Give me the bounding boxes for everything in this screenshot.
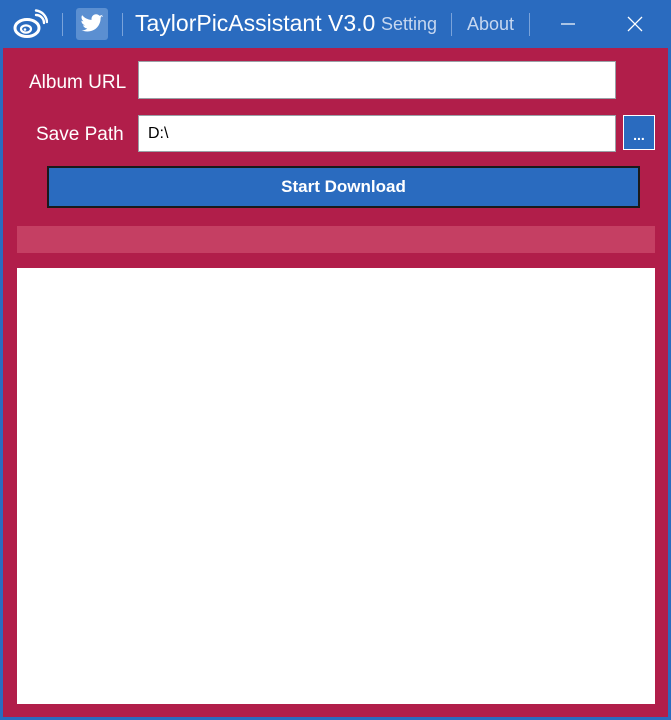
twitter-icon[interactable] (76, 8, 108, 40)
title-separator (62, 13, 63, 36)
title-separator (529, 13, 530, 36)
close-button[interactable] (607, 0, 663, 48)
browse-button[interactable]: ... (623, 115, 655, 150)
setting-link[interactable]: Setting (381, 14, 437, 35)
main-panel: Album URL Save Path ... Start Download (3, 48, 668, 717)
about-link[interactable]: About (467, 14, 514, 35)
app-window: TaylorPicAssistant V3.0 Setting About Al… (0, 0, 671, 720)
minimize-icon (561, 23, 575, 25)
download-progress-bar (17, 226, 655, 253)
title-separator (122, 13, 123, 36)
weibo-icon[interactable] (12, 8, 48, 40)
title-bar: TaylorPicAssistant V3.0 Setting About (0, 0, 671, 48)
close-icon (627, 16, 643, 32)
minimize-button[interactable] (540, 0, 596, 48)
app-title: TaylorPicAssistant V3.0 (135, 10, 376, 36)
album-url-input[interactable] (138, 61, 616, 99)
title-separator (451, 13, 452, 36)
start-download-button[interactable]: Start Download (47, 166, 640, 208)
album-url-label: Album URL (29, 72, 127, 93)
log-output-area[interactable] (17, 268, 655, 704)
save-path-label: Save Path (36, 124, 124, 145)
save-path-input[interactable] (138, 115, 616, 152)
